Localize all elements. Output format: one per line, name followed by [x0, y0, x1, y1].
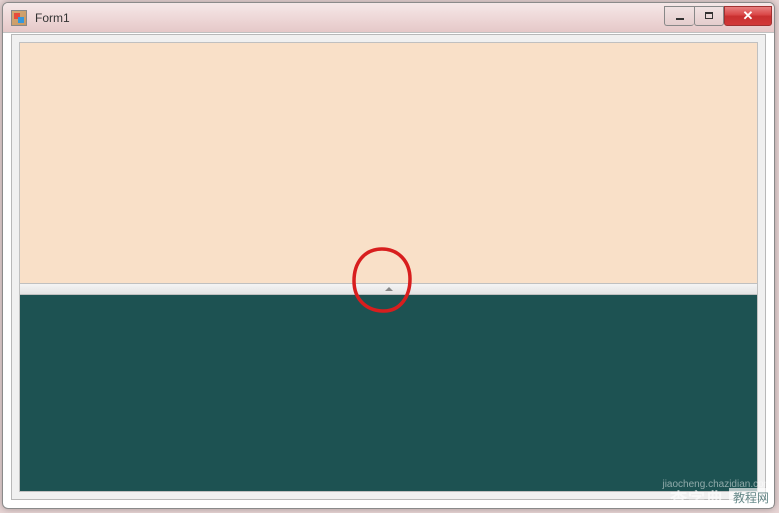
top-panel: [19, 42, 758, 284]
maximize-icon: [705, 12, 713, 19]
chevron-up-icon: [385, 287, 393, 291]
window-title: Form1: [33, 11, 664, 25]
close-icon: ✕: [743, 9, 754, 22]
app-icon: [11, 10, 27, 26]
bottom-panel: [19, 294, 758, 492]
titlebar[interactable]: Form1 ✕: [3, 3, 774, 33]
application-window: Form1 ✕: [2, 2, 775, 509]
splitter-bar[interactable]: [19, 284, 758, 294]
minimize-icon: [676, 18, 684, 20]
split-container: [19, 42, 758, 492]
close-button[interactable]: ✕: [724, 6, 772, 26]
maximize-button[interactable]: [694, 6, 724, 26]
window-controls: ✕: [664, 6, 772, 26]
client-area: [11, 34, 766, 500]
minimize-button[interactable]: [664, 6, 694, 26]
